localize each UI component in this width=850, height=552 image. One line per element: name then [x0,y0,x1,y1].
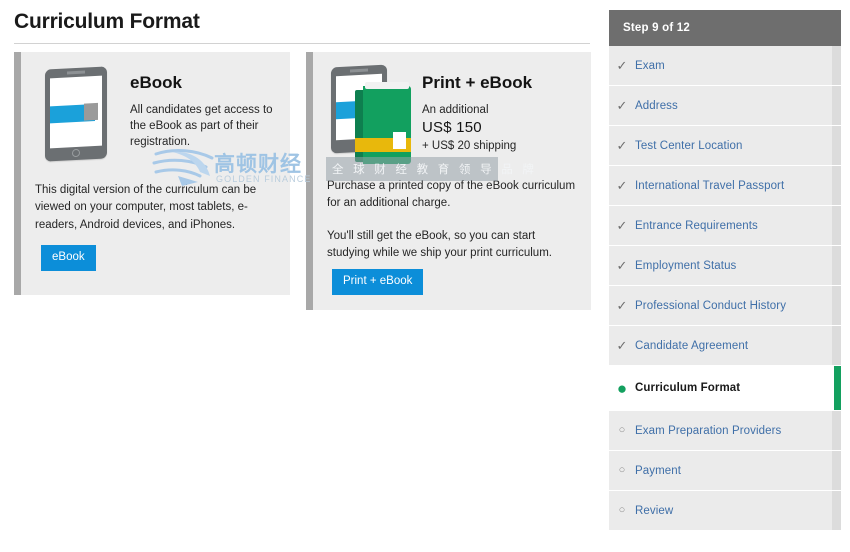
step-status-icon: ✓ [609,99,635,112]
step-status-icon: ● [609,380,635,397]
page-root: Curriculum Format eBook [0,0,850,552]
step-status-icon: ✓ [609,139,635,152]
sidebar-item-review[interactable]: ○ Review [609,491,841,531]
step-label: Curriculum Format [635,382,740,394]
step-status-icon: ✓ [609,259,635,272]
card-body: eBook All candidates get access to the e… [21,52,290,295]
step-status-icon: ○ [609,465,635,476]
step-label: Test Center Location [635,140,742,152]
card-heading-block: eBook All candidates get access to the e… [130,62,278,151]
price-shipping: + US$ 20 shipping [422,138,532,155]
step-label: Exam [635,60,665,72]
step-edge [832,411,841,450]
sidebar-item-address[interactable]: ✓ Address [609,86,841,126]
step-label: Exam Preparation Providers [635,425,781,437]
select-ebook-button[interactable]: eBook [41,245,96,271]
sidebar-item-employment-status[interactable]: ✓ Employment Status [609,246,841,286]
step-edge [832,206,841,245]
card-left-strip [14,52,21,295]
step-progress-sidebar: Step 9 of 12 ✓ Exam ✓ Address ✓ Test Cen… [609,10,841,531]
step-label: Candidate Agreement [635,340,748,352]
step-counter-header: Step 9 of 12 [609,10,841,46]
card-header: Print + eBook An additional US$ 150 + US… [327,62,579,170]
card-heading-block: Print + eBook An additional US$ 150 + US… [422,62,532,155]
step-edge [832,491,841,530]
step-edge [832,326,841,365]
sidebar-item-curriculum-format[interactable]: ● Curriculum Format [609,366,841,411]
sidebar-item-exam[interactable]: ✓ Exam [609,46,841,86]
step-label: Payment [635,465,681,477]
step-edge [832,166,841,205]
step-edge [832,246,841,285]
step-status-icon: ✓ [609,339,635,352]
card-description-1: Purchase a printed copy of the eBook cur… [327,178,579,213]
sidebar-item-professional-conduct-history[interactable]: ✓ Professional Conduct History [609,286,841,326]
step-edge [832,46,841,85]
step-status-icon: ✓ [609,59,635,72]
sidebar-item-test-center-location[interactable]: ✓ Test Center Location [609,126,841,166]
step-status-icon: ✓ [609,179,635,192]
sidebar-item-entrance-requirements[interactable]: ✓ Entrance Requirements [609,206,841,246]
step-label: Entrance Requirements [635,220,758,232]
card-description-2: You'll still get the eBook, so you can s… [327,228,579,263]
book-and-tablet-icon [327,62,422,170]
sidebar-item-candidate-agreement[interactable]: ✓ Candidate Agreement [609,326,841,366]
card-description-block: Purchase a printed copy of the eBook cur… [327,178,579,263]
card-body: Print + eBook An additional US$ 150 + US… [313,52,591,310]
card-left-strip [306,52,313,310]
step-label: Employment Status [635,260,736,272]
price-intro: An additional [422,102,532,119]
step-label: Address [635,100,678,112]
page-title: Curriculum Format [14,10,200,34]
step-label: International Travel Passport [635,180,784,192]
step-edge [832,286,841,325]
curriculum-option-card-print-ebook[interactable]: Print + eBook An additional US$ 150 + US… [306,52,591,310]
card-subtext: All candidates get access to the eBook a… [130,102,278,151]
step-edge [832,86,841,125]
step-active-indicator [834,366,841,410]
sidebar-item-payment[interactable]: ○ Payment [609,451,841,491]
step-label: Review [635,505,673,517]
step-status-icon: ○ [609,505,635,516]
title-divider [14,43,590,44]
step-edge [832,451,841,490]
card-title: eBook [130,74,278,93]
sidebar-item-exam-preparation-providers[interactable]: ○ Exam Preparation Providers [609,411,841,451]
tablet-icon [35,62,130,170]
card-header: eBook All candidates get access to the e… [35,62,278,170]
price-amount: US$ 150 [422,118,532,138]
step-status-icon: ○ [609,425,635,436]
card-description: This digital version of the curriculum c… [35,182,278,234]
step-status-icon: ✓ [609,299,635,312]
step-edge [832,126,841,165]
sidebar-item-international-travel-passport[interactable]: ✓ International Travel Passport [609,166,841,206]
select-print-ebook-button[interactable]: Print + eBook [332,269,423,295]
card-title: Print + eBook [422,74,532,93]
curriculum-option-card-ebook[interactable]: eBook All candidates get access to the e… [14,52,290,295]
step-label: Professional Conduct History [635,300,786,312]
step-status-icon: ✓ [609,219,635,232]
